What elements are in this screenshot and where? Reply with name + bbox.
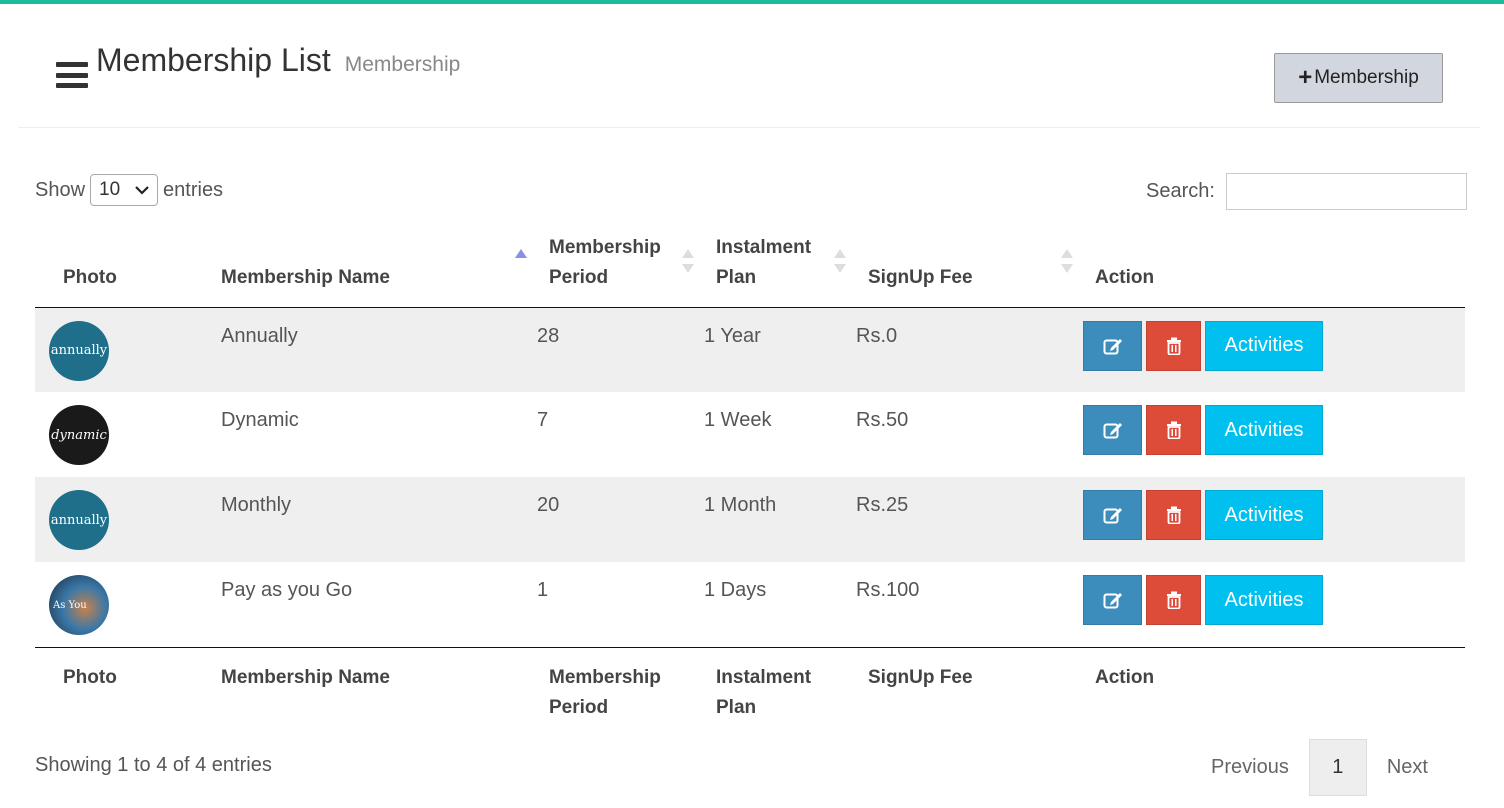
page-size-control: Show 10 entries (35, 174, 223, 206)
edit-icon (1103, 338, 1122, 354)
sort-icon (834, 248, 846, 273)
avatar: annually (49, 320, 109, 381)
table-row: As You Pay as you Go 1 1 Days Rs.100 Act… (35, 562, 1465, 647)
row-actions: Activities (1083, 320, 1465, 371)
fee-cell: Rs.25 (856, 494, 909, 516)
page-title: Membership List (96, 42, 331, 78)
edit-button[interactable] (1083, 490, 1142, 540)
footer-header-fee: SignUp Fee (856, 646, 1083, 737)
membership-table: Photo Membership Name Membership Period … (35, 226, 1465, 737)
photo-cell: As You (35, 562, 209, 647)
fee-cell: Rs.100 (856, 579, 920, 601)
fee-cell: Rs.50 (856, 409, 909, 431)
edit-icon (1103, 423, 1122, 439)
photo-cell: dynamic (35, 392, 209, 477)
activities-button[interactable]: Activities (1205, 490, 1323, 540)
plan-cell: 1 Year (704, 324, 761, 347)
column-header-action: Action (1083, 226, 1465, 308)
avatar: annually (49, 490, 109, 550)
name-cell: Dynamic (221, 409, 299, 431)
footer-header-name: Membership Name (209, 646, 537, 737)
top-accent-bar (0, 0, 1504, 4)
trash-icon (1166, 591, 1181, 609)
period-cell: 1 (537, 579, 549, 601)
activities-button[interactable]: Activities (1205, 320, 1323, 371)
footer-header-period: Membership Period (537, 646, 704, 737)
plan-cell: 1 Days (704, 579, 767, 601)
show-label: Show (35, 178, 86, 201)
row-actions: Activities (1083, 405, 1465, 455)
avatar: As You (49, 575, 109, 635)
activities-button[interactable]: Activities (1205, 405, 1323, 455)
activities-button[interactable]: Activities (1205, 575, 1323, 625)
previous-page-button[interactable]: Previous (1191, 739, 1309, 796)
add-membership-button[interactable]: + Membership (1274, 53, 1443, 103)
footer-header-plan: Instalment Plan (704, 646, 856, 737)
photo-cell: annually (35, 307, 209, 392)
delete-button[interactable] (1146, 575, 1201, 625)
pagination: Previous 1 Next (1191, 739, 1448, 796)
hamburger-icon[interactable] (56, 62, 88, 88)
action-cell: Activities (1083, 307, 1465, 392)
edit-button[interactable] (1083, 405, 1142, 455)
column-header-period[interactable]: Membership Period (537, 226, 704, 308)
column-header-photo: Photo (35, 226, 209, 308)
table-row: dynamic Dynamic 7 1 Week Rs.50 Activitie… (35, 392, 1465, 477)
row-actions: Activities (1083, 490, 1465, 540)
action-cell: Activities (1083, 392, 1465, 477)
edit-button[interactable] (1083, 575, 1142, 625)
avatar: dynamic (49, 405, 109, 465)
next-page-button[interactable]: Next (1367, 739, 1448, 796)
table-header-row: Photo Membership Name Membership Period … (35, 226, 1465, 308)
page-subtitle: Membership (344, 53, 461, 76)
plan-cell: 1 Month (704, 494, 777, 516)
photo-cell: annually (35, 477, 209, 562)
trash-icon (1166, 421, 1181, 439)
sort-icon (682, 248, 694, 273)
delete-button[interactable] (1146, 405, 1201, 455)
page-size-select[interactable]: 10 (90, 174, 159, 206)
plan-cell: 1 Week (704, 409, 772, 431)
sort-icon (515, 248, 527, 273)
entries-label: entries (163, 178, 224, 201)
period-cell: 7 (537, 409, 549, 431)
chevron-down-icon (135, 186, 149, 195)
edit-icon (1103, 593, 1122, 609)
table-footer-row: Photo Membership Name Membership Period … (35, 646, 1465, 737)
header-divider (18, 127, 1480, 128)
column-header-fee[interactable]: SignUp Fee (856, 226, 1083, 308)
search-label: Search: (1146, 180, 1215, 202)
sort-icon (1061, 248, 1073, 273)
edit-button[interactable] (1083, 320, 1142, 371)
period-cell: 28 (537, 324, 560, 347)
search-control: Search: (1146, 173, 1467, 210)
name-cell: Pay as you Go (221, 579, 353, 601)
table-row: annually Annually 28 1 Year Rs.0 Activit… (35, 307, 1465, 392)
period-cell: 20 (537, 494, 560, 516)
delete-button[interactable] (1146, 320, 1201, 371)
trash-icon (1166, 506, 1181, 524)
action-cell: Activities (1083, 562, 1465, 647)
column-header-name[interactable]: Membership Name (209, 226, 537, 308)
search-input[interactable] (1225, 173, 1467, 210)
row-actions: Activities (1083, 575, 1465, 625)
fee-cell: Rs.0 (856, 324, 898, 347)
trash-icon (1166, 337, 1181, 355)
table-info: Showing 1 to 4 of 4 entries (35, 754, 272, 776)
name-cell: Monthly (221, 494, 292, 516)
page-size-value: 10 (99, 179, 121, 200)
table-row: annually Monthly 20 1 Month Rs.25 Activi… (35, 477, 1465, 562)
name-cell: Annually (221, 324, 298, 347)
footer-header-action: Action (1083, 646, 1465, 737)
action-cell: Activities (1083, 477, 1465, 562)
page-header: Membership List Membership (56, 42, 460, 92)
plus-icon: + (1298, 64, 1313, 91)
edit-icon (1103, 508, 1122, 524)
page-1-button[interactable]: 1 (1308, 739, 1367, 796)
add-membership-label: Membership (1314, 67, 1419, 88)
footer-header-photo: Photo (35, 646, 209, 737)
column-header-plan[interactable]: Instalment Plan (704, 226, 856, 308)
delete-button[interactable] (1146, 490, 1201, 540)
